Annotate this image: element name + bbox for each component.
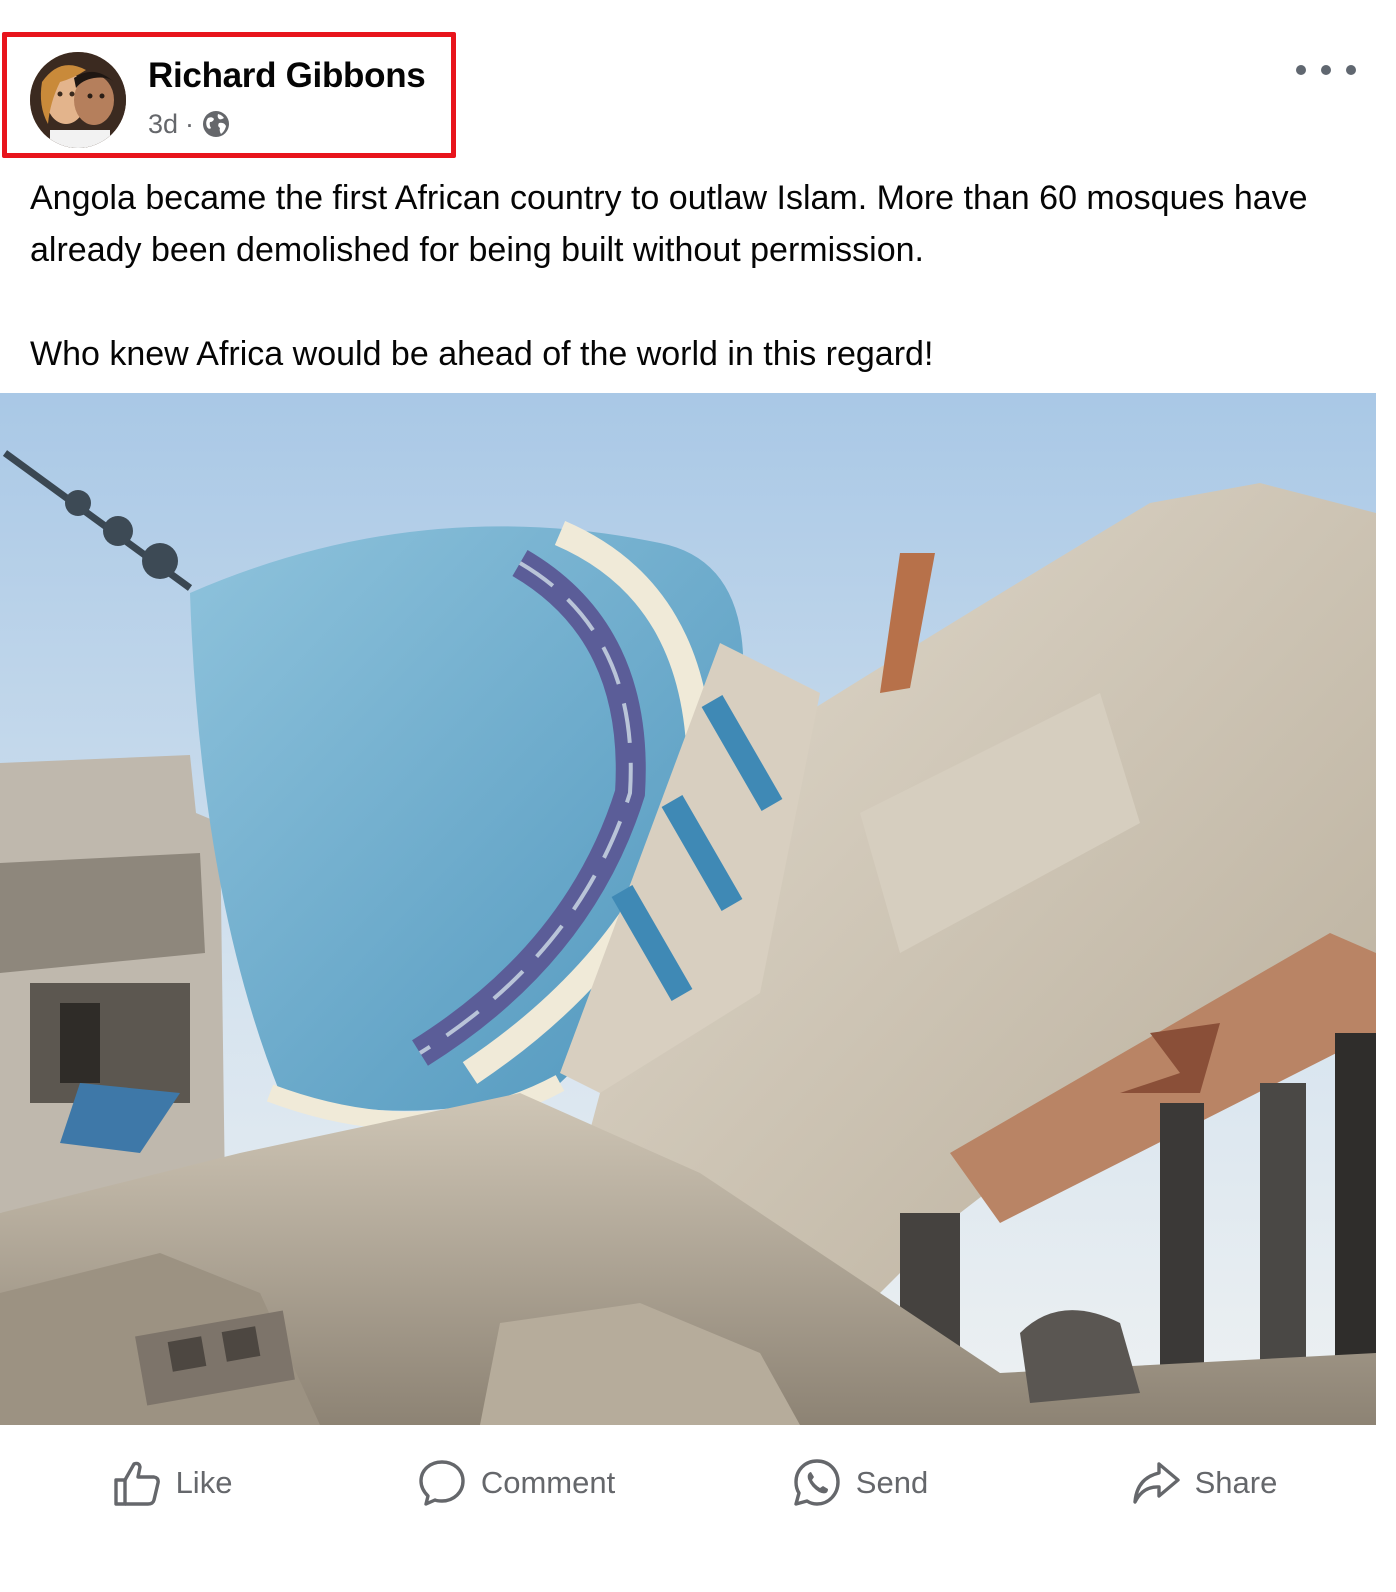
globe-icon[interactable] xyxy=(201,109,231,139)
more-options-icon[interactable] xyxy=(1296,56,1356,84)
post-actions-bar: Like Comment Send Share xyxy=(0,1428,1376,1538)
avatar[interactable] xyxy=(30,52,126,148)
like-button[interactable]: Like xyxy=(0,1458,344,1508)
send-label: Send xyxy=(855,1465,929,1500)
meta-separator: · xyxy=(185,108,195,139)
whatsapp-send-icon xyxy=(792,1458,842,1508)
post-paragraph: Angola became the first African country … xyxy=(30,179,1308,269)
send-button[interactable]: Send xyxy=(688,1458,1032,1508)
comment-button[interactable]: Comment xyxy=(344,1458,688,1508)
share-label: Share xyxy=(1194,1465,1278,1500)
author-name[interactable]: Richard Gibbons xyxy=(148,56,426,96)
more-dot xyxy=(1346,65,1356,75)
post-timestamp[interactable]: 3d xyxy=(148,109,178,140)
share-arrow-icon xyxy=(1131,1458,1181,1508)
comment-label: Comment xyxy=(480,1465,616,1500)
thumbs-up-icon xyxy=(112,1458,162,1508)
post-meta: 3d · xyxy=(148,106,231,142)
post-text: Angola became the first African country … xyxy=(30,172,1360,380)
comment-bubble-icon xyxy=(417,1458,467,1508)
post-paragraph: Who knew Africa would be ahead of the wo… xyxy=(30,335,934,373)
more-dot xyxy=(1296,65,1306,75)
more-dot xyxy=(1321,65,1331,75)
share-button[interactable]: Share xyxy=(1032,1458,1376,1508)
post-photo[interactable] xyxy=(0,393,1376,1425)
like-label: Like xyxy=(175,1465,233,1500)
facebook-post: Richard Gibbons 3d · Angola became the f… xyxy=(0,0,1396,1592)
